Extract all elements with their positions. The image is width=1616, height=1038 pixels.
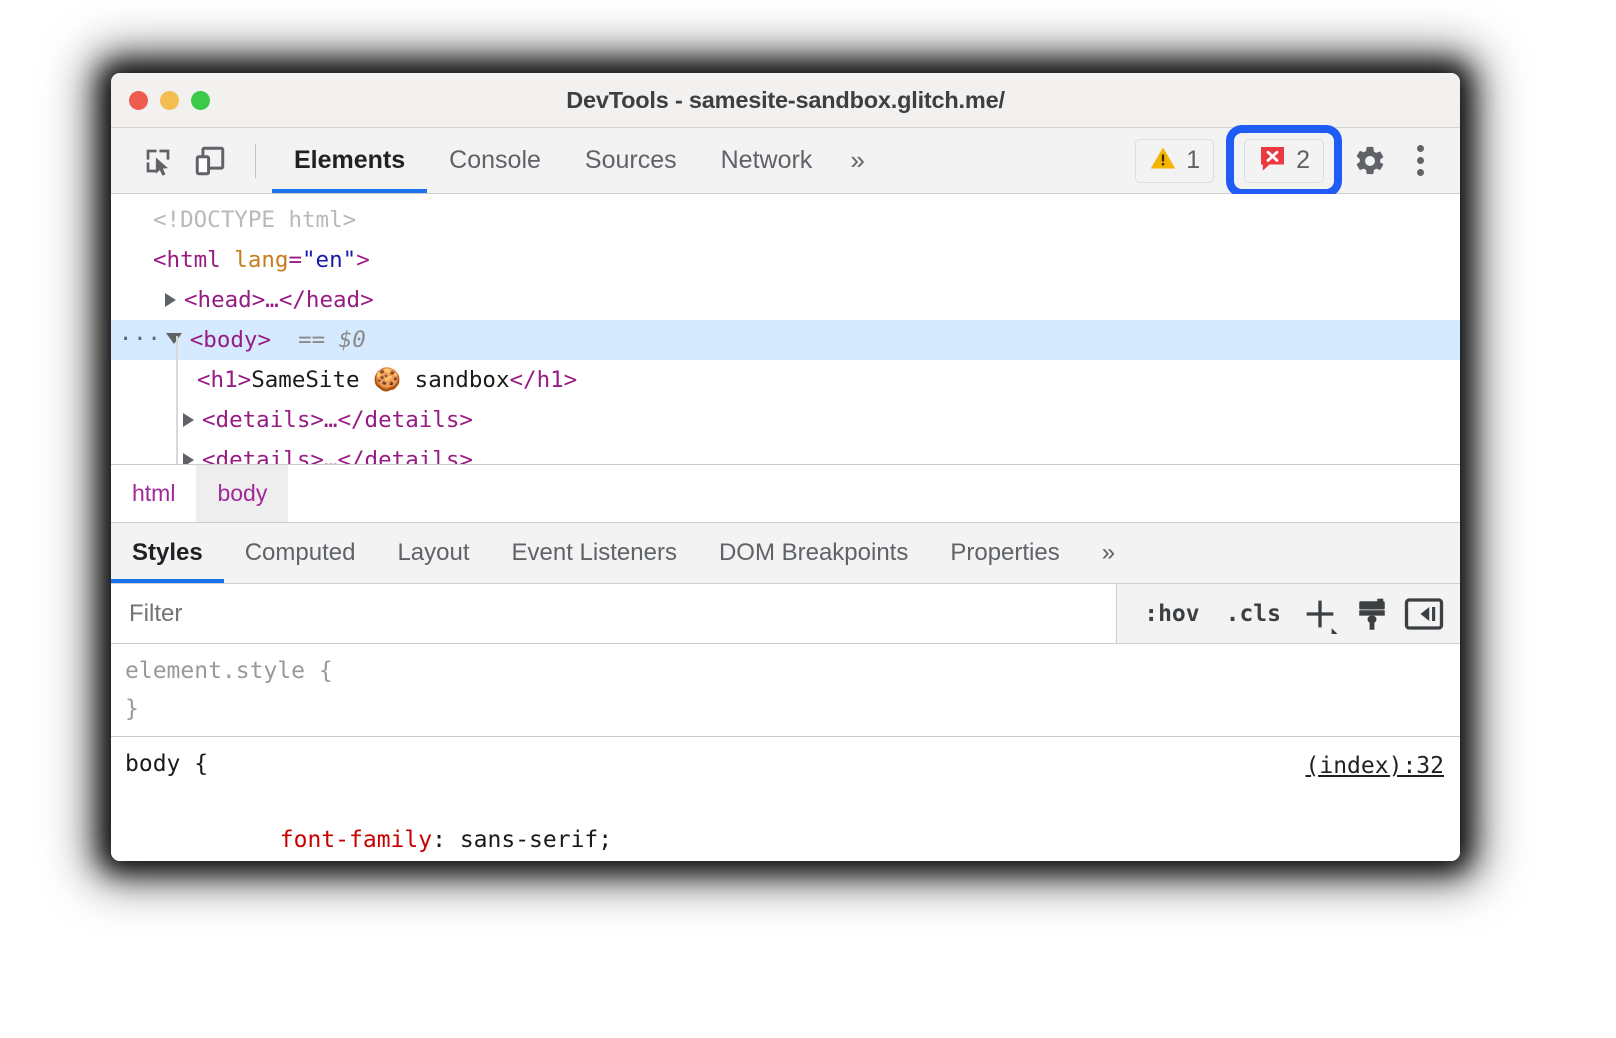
gear-icon[interactable] (1344, 135, 1396, 187)
tab-computed-label: Computed (245, 539, 356, 567)
css-declaration-font-family[interactable]: font-family: sans-serif; (125, 783, 1460, 861)
tab-properties[interactable]: Properties (929, 523, 1080, 583)
node-menu-ellipsis-icon[interactable]: ··· (111, 320, 166, 360)
kebab-dot (1417, 145, 1424, 152)
tab-network[interactable]: Network (699, 128, 835, 193)
more-panels-chevron-icon[interactable]: » (834, 128, 876, 193)
error-count-label: 2 (1296, 146, 1310, 175)
window-title: DevTools - samesite-sandbox.glitch.me/ (111, 87, 1460, 114)
dom-row-details-2[interactable]: <details>…</details> (111, 440, 1460, 464)
breadcrumb-item-body-label: body (217, 480, 267, 507)
details-collapsed-text: <details>…</details> (202, 400, 473, 440)
window-controls (129, 91, 210, 110)
devtools-window: DevTools - samesite-sandbox.glitch.me/ (111, 73, 1460, 861)
warning-count-button[interactable]: 1 (1135, 139, 1214, 183)
devtools-main-toolbar: Elements Console Sources Network » (111, 128, 1460, 194)
expand-triangle-icon[interactable] (183, 413, 194, 427)
doctype-text: <!DOCTYPE html> (153, 200, 356, 240)
tab-sources-label: Sources (585, 146, 677, 175)
collapse-triangle-icon[interactable] (166, 333, 182, 351)
dom-row-head[interactable]: <head>…</head> (111, 280, 1460, 320)
breadcrumb-item-body[interactable]: body (196, 465, 288, 522)
h1-text-content: SameSite 🍪 sandbox (251, 360, 509, 400)
toggle-class-button[interactable]: .cls (1215, 601, 1292, 627)
error-count-highlight-group: 2 (1226, 125, 1342, 197)
tab-event-listeners[interactable]: Event Listeners (491, 523, 698, 583)
plus-icon[interactable] (1296, 590, 1344, 638)
more-styles-tabs-label: » (1102, 539, 1111, 567)
body-console-ref: $0 (339, 320, 366, 360)
device-toolbar-icon[interactable] (187, 138, 233, 184)
css-rule-element-style[interactable]: element.style { } (111, 644, 1460, 737)
dom-row-details-1[interactable]: <details>…</details> (111, 400, 1460, 440)
styles-rules-pane[interactable]: element.style { } (index):32 body { font… (111, 644, 1460, 861)
css-property-name[interactable]: font-family (280, 827, 432, 853)
element-style-selector: element.style { (125, 652, 1460, 690)
toggle-hover-state-button[interactable]: :hov (1133, 601, 1210, 627)
collapse-sidebar-icon[interactable] (1400, 590, 1448, 638)
inspect-element-icon[interactable] (135, 138, 181, 184)
dom-row-body[interactable]: ··· <body> == $0 (111, 320, 1460, 360)
tab-computed[interactable]: Computed (224, 523, 377, 583)
breadcrumb: html body (111, 464, 1460, 522)
tab-console-label: Console (449, 146, 541, 175)
body-tag-text: <body> (190, 320, 271, 360)
maximize-button[interactable] (191, 91, 210, 110)
paintbrush-icon[interactable] (1348, 590, 1396, 638)
tab-elements-label: Elements (294, 146, 405, 175)
tab-dom-breakpoints-label: DOM Breakpoints (719, 539, 908, 567)
dom-row-h1[interactable]: <h1>SameSite 🍪 sandbox</h1> (111, 360, 1460, 400)
styles-filter-tools: :hov .cls (1117, 584, 1460, 643)
stylesheet-source-link[interactable]: (index):32 (1306, 747, 1444, 785)
warning-triangle-icon (1149, 144, 1177, 177)
error-count-button[interactable]: 2 (1244, 139, 1324, 183)
body-equals-marker: == (298, 320, 325, 360)
tree-guide-line (176, 336, 178, 464)
panel-tab-list: Elements Console Sources Network » (272, 128, 877, 193)
tab-event-listeners-label: Event Listeners (512, 539, 677, 567)
head-collapsed-text: <head>…</head> (184, 280, 374, 320)
kebab-dot (1417, 169, 1424, 176)
tab-sources[interactable]: Sources (563, 128, 699, 193)
close-button[interactable] (129, 91, 148, 110)
tab-elements[interactable]: Elements (272, 128, 427, 193)
kebab-menu-icon[interactable] (1398, 135, 1442, 187)
dom-row-doctype[interactable]: <!DOCTYPE html> (111, 200, 1460, 240)
tab-properties-label: Properties (950, 539, 1059, 567)
breadcrumb-item-html-label: html (132, 480, 175, 507)
css-rule-body[interactable]: (index):32 body { font-family: sans-seri… (111, 737, 1460, 861)
title-bar: DevTools - samesite-sandbox.glitch.me/ (111, 73, 1460, 128)
dom-row-html[interactable]: <html lang="en"> (111, 240, 1460, 280)
tab-styles-label: Styles (132, 539, 203, 567)
styles-filter-row: :hov .cls (111, 584, 1460, 644)
kebab-dot (1417, 157, 1424, 164)
css-property-value[interactable]: sans-serif; (460, 827, 612, 853)
details-collapsed-text: <details>…</details> (202, 440, 473, 464)
expand-triangle-icon[interactable] (165, 293, 176, 307)
tab-dom-breakpoints[interactable]: DOM Breakpoints (698, 523, 929, 583)
tab-network-label: Network (721, 146, 813, 175)
h1-close-tag: </h1> (510, 360, 578, 400)
styles-pane-tab-list: Styles Computed Layout Event Listeners D… (111, 522, 1460, 584)
tab-layout-label: Layout (397, 539, 469, 567)
minimize-button[interactable] (160, 91, 179, 110)
dom-tree-view[interactable]: <!DOCTYPE html> <html lang="en"> <head>…… (111, 194, 1460, 464)
toolbar-divider (255, 144, 256, 178)
warning-count-label: 1 (1186, 146, 1200, 175)
h1-open-tag: <h1> (197, 360, 251, 400)
tab-layout[interactable]: Layout (376, 523, 490, 583)
body-selector[interactable]: body { (125, 745, 1460, 783)
tab-console[interactable]: Console (427, 128, 563, 193)
element-style-close-brace: } (125, 690, 1460, 728)
tab-styles[interactable]: Styles (111, 523, 224, 583)
breadcrumb-item-html[interactable]: html (111, 465, 196, 522)
filter-input[interactable] (111, 584, 1117, 643)
error-speech-bubble-icon (1258, 144, 1287, 178)
expand-triangle-icon[interactable] (183, 453, 194, 464)
more-styles-tabs-chevron-icon[interactable]: » (1081, 523, 1132, 583)
